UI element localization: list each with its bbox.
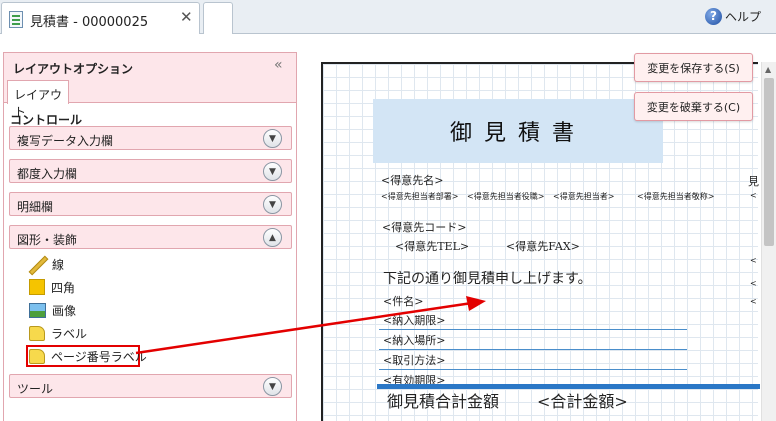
tab-layout[interactable]: レイアウト — [7, 80, 69, 119]
right-edge-mark: < — [750, 191, 757, 200]
help-icon: ? — [705, 7, 722, 25]
chevron-down-icon[interactable]: ▼ — [263, 195, 282, 214]
discard-changes-button[interactable]: 変更を破棄する(C) — [634, 92, 753, 121]
section-copy-data-input[interactable]: 複写データ入力欄 ▼ — [9, 126, 292, 150]
field-delivery-place[interactable]: <納入場所> — [383, 332, 445, 348]
section-label: 都度入力欄 — [17, 167, 78, 181]
right-edge-mark: 見 — [748, 175, 759, 188]
chevron-up-icon[interactable]: ▲ — [263, 228, 282, 247]
vertical-scrollbar[interactable]: ▲ — [761, 62, 776, 421]
help-button[interactable]: ? ヘルプ — [705, 6, 761, 26]
field-customer-fax[interactable]: <得意先FAX> — [506, 238, 580, 254]
tool-rectangle[interactable]: 四角 — [29, 277, 75, 297]
field-customer-name[interactable]: <得意先名> — [381, 172, 443, 188]
chevron-down-icon[interactable]: ▼ — [263, 129, 282, 148]
tool-line[interactable]: 線 — [29, 254, 64, 274]
help-label: ヘルプ — [725, 9, 762, 24]
tool-label[interactable]: ラベル — [29, 323, 87, 343]
field-payment-terms[interactable]: <取引方法> — [383, 352, 445, 368]
underline — [379, 369, 687, 370]
greeting-text[interactable]: 下記の通り御見積申し上げます。 — [383, 268, 592, 288]
total-underline-band — [377, 384, 760, 389]
right-edge-mark: < — [750, 297, 757, 306]
underline — [379, 349, 687, 350]
tab-bar: 見積書 - 00000025 ✕ ? ヘルプ — [0, 0, 776, 34]
tab-estimate[interactable]: 見積書 - 00000025 ✕ — [1, 2, 200, 34]
layout-options-panel: レイアウトオプション « レイアウト コントロール 複写データ入力欄 ▼ 都度入… — [3, 52, 297, 421]
underline — [379, 329, 687, 330]
page-number-label-icon — [29, 348, 45, 364]
document-title: 御見積書 — [449, 121, 586, 146]
tool-label: 四角 — [51, 280, 76, 295]
image-icon — [29, 302, 46, 318]
tool-page-number-label[interactable]: ページ番号ラベル — [29, 346, 147, 366]
total-label[interactable]: 御見積合計金額 — [387, 388, 499, 412]
field-contact-dept[interactable]: <得意先担当者部署> — [381, 191, 458, 202]
section-detail[interactable]: 明細欄 ▼ — [9, 192, 292, 216]
field-contact-honorific[interactable]: <得意先担当者敬称> — [637, 191, 714, 202]
panel-header: レイアウトオプション « レイアウト — [4, 53, 296, 119]
tool-label-text: ページ番号ラベル — [51, 349, 147, 364]
tool-label: 画像 — [52, 303, 77, 318]
line-icon — [29, 256, 46, 273]
field-contact-title[interactable]: <得意先担当者役職> — [467, 191, 544, 202]
section-tools[interactable]: ツール ▼ — [9, 374, 292, 398]
section-label: 明細欄 — [17, 200, 54, 214]
section-label: 図形・装飾 — [17, 233, 78, 247]
label-icon — [29, 325, 45, 341]
tool-label-text: ラベル — [51, 326, 88, 341]
document-title-box[interactable]: 御見積書 — [373, 99, 663, 163]
chevron-down-icon[interactable]: ▼ — [263, 377, 282, 396]
section-label: ツール — [17, 382, 54, 396]
tab-title: 見積書 - 00000025 — [30, 15, 149, 30]
rectangle-icon — [29, 279, 45, 295]
tool-image[interactable]: 画像 — [29, 300, 76, 320]
field-contact-person[interactable]: <得意先担当者> — [553, 191, 614, 202]
document-canvas-area: 御見積書 <得意先名> <得意先担当者部署> <得意先担当者役職> <得意先担当… — [297, 34, 776, 421]
collapse-panel-icon[interactable]: « — [274, 57, 282, 73]
right-edge-mark: < — [750, 256, 757, 265]
field-delivery-deadline[interactable]: <納入期限> — [383, 312, 445, 328]
new-tab-button[interactable] — [203, 2, 233, 34]
close-icon[interactable]: ✕ — [180, 10, 193, 25]
chevron-down-icon[interactable]: ▼ — [263, 162, 282, 181]
section-each-time-input[interactable]: 都度入力欄 ▼ — [9, 159, 292, 183]
scroll-thumb[interactable] — [764, 78, 774, 246]
save-changes-button[interactable]: 変更を保存する(S) — [634, 53, 753, 82]
tool-label: 線 — [52, 257, 65, 272]
field-customer-code[interactable]: <得意先コード> — [382, 219, 466, 235]
panel-title: レイアウトオプション — [13, 62, 134, 76]
document-icon — [9, 11, 23, 28]
section-shapes-decoration[interactable]: 図形・装飾 ▲ — [9, 225, 292, 249]
field-customer-tel[interactable]: <得意先TEL> — [395, 238, 469, 254]
scroll-up-icon[interactable]: ▲ — [765, 65, 771, 74]
field-subject[interactable]: <件名> — [383, 293, 423, 309]
right-edge-mark: < — [750, 279, 757, 288]
total-value[interactable]: <合計金額> — [537, 388, 628, 412]
section-label: 複写データ入力欄 — [17, 134, 114, 148]
